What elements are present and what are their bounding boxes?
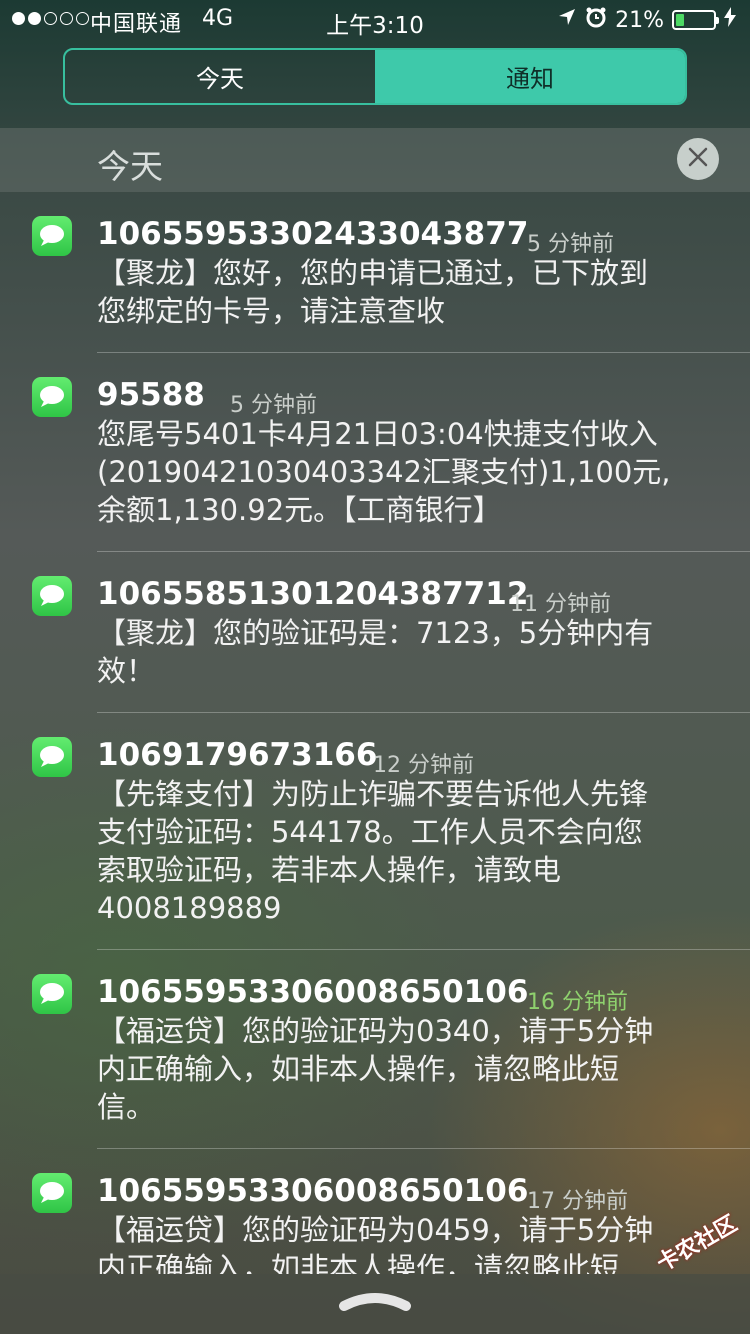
- notification-item[interactable]: 10655953306008650106 17 分钟前 【福运贷】您的验证码为0…: [0, 1149, 750, 1274]
- location-arrow-icon: [557, 7, 577, 33]
- charging-bolt-icon: [724, 7, 736, 33]
- chevron-up-handle-icon[interactable]: [338, 1290, 412, 1316]
- tab-notifications[interactable]: 通知: [375, 50, 685, 103]
- close-icon: [687, 146, 709, 172]
- notification-item[interactable]: 10655953306008650106 16 分钟前 【福运贷】您的验证码为0…: [0, 950, 750, 1149]
- notification-body-line: 支付验证码：544178。工作人员不会向您: [97, 815, 643, 849]
- messages-app-icon: [32, 576, 72, 616]
- alarm-clock-icon: [585, 6, 607, 34]
- notification-sender: 95588: [97, 377, 205, 413]
- notification-sender: 10655851301204387712: [97, 576, 529, 612]
- notification-item[interactable]: 95588 5 分钟前 您尾号5401卡4月21日03:04快捷支付收入 (20…: [0, 353, 750, 552]
- battery-icon: [672, 10, 719, 30]
- notification-body-line: 您绑定的卡号，请注意查收: [97, 294, 446, 328]
- notification-body-line: 余额1,130.92元。【工商银行】: [97, 493, 502, 527]
- notification-body-line: 4008189889: [97, 891, 282, 925]
- messages-app-icon: [32, 974, 72, 1014]
- notification-sender: 10655953306008650106: [97, 1173, 529, 1209]
- notification-item[interactable]: 10655851301204387712 11 分钟前 【聚龙】您的验证码是：7…: [0, 552, 750, 713]
- notification-item[interactable]: 10655953302433043877 5 分钟前 【聚龙】您好，您的申请已通…: [0, 192, 750, 353]
- notification-sender: 10655953302433043877: [97, 216, 529, 252]
- notification-sender: 10655953306008650106: [97, 974, 529, 1010]
- notification-body-line: 【福运贷】您的验证码为0459，请于5分钟: [97, 1213, 654, 1247]
- bottom-bar: [0, 1274, 750, 1334]
- notification-body-line: (20190421030403342汇聚支付)1,100元,: [97, 455, 671, 489]
- notification-body-line: 效！: [97, 654, 156, 688]
- notification-body-line: 您尾号5401卡4月21日03:04快捷支付收入: [97, 417, 658, 451]
- notification-body-line: 信。: [97, 1090, 156, 1124]
- messages-app-icon: [32, 737, 72, 777]
- notification-sender: 1069179673166: [97, 737, 378, 773]
- messages-app-icon: [32, 1173, 72, 1213]
- notification-body-line: 【聚龙】您好，您的申请已通过，已下放到: [97, 256, 649, 290]
- notification-body-line: 【先锋支付】为防止诈骗不要告诉他人先锋: [97, 777, 649, 811]
- messages-app-icon: [32, 377, 72, 417]
- clear-section-button[interactable]: [677, 138, 719, 180]
- notification-list[interactable]: 10655953302433043877 5 分钟前 【聚龙】您好，您的申请已通…: [0, 192, 750, 1274]
- section-title: 今天: [97, 147, 163, 186]
- section-header: 今天: [0, 128, 750, 192]
- battery-percent: 21%: [615, 7, 664, 33]
- notification-item[interactable]: 1069179673166 12 分钟前 【先锋支付】为防止诈骗不要告诉他人先锋…: [0, 713, 750, 950]
- notification-body-line: 内正确输入，如非本人操作，请忽略此短: [97, 1251, 620, 1274]
- messages-app-icon: [32, 216, 72, 256]
- notification-body-line: 内正确输入，如非本人操作，请忽略此短: [97, 1052, 620, 1086]
- view-segmented-control: 今天 通知: [63, 48, 687, 105]
- status-bar: 中国联通 4G 上午3:10 21%: [0, 0, 750, 40]
- notification-body-line: 【福运贷】您的验证码为0340，请于5分钟: [97, 1014, 654, 1048]
- notification-body-line: 索取验证码，若非本人操作，请致电: [97, 853, 562, 887]
- tab-today[interactable]: 今天: [65, 50, 375, 103]
- notification-body-line: 【聚龙】您的验证码是：7123，5分钟内有: [97, 616, 654, 650]
